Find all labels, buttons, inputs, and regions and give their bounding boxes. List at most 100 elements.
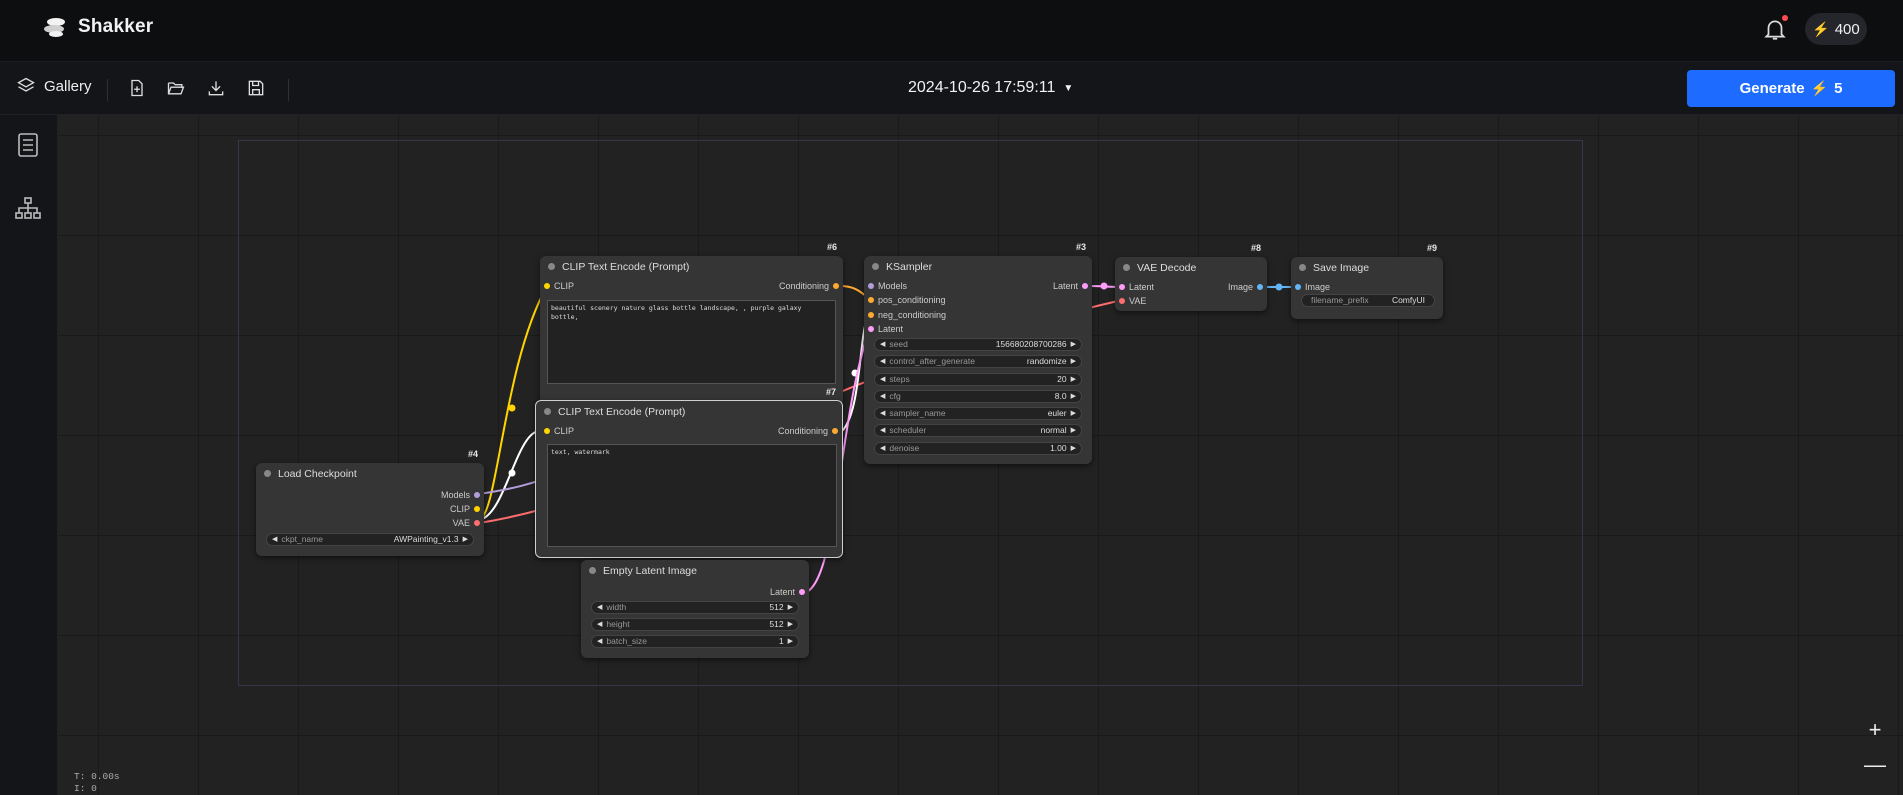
node-canvas[interactable]: #6 CLIP Text Encode (Prompt) CLIP Condit… xyxy=(58,115,1903,795)
hierarchy-icon xyxy=(15,197,41,219)
arrow-right-icon[interactable]: ▶ xyxy=(1071,391,1076,402)
toolbar: Gallery 2024-10-26 17:59:11 ▼ Generate ⚡… xyxy=(0,62,1903,115)
output-conditioning-label: Conditioning xyxy=(777,426,828,436)
arrow-right-icon[interactable]: ▶ xyxy=(1071,339,1076,350)
output-slot-dot[interactable] xyxy=(1082,283,1088,289)
widget-steps[interactable]: ◀ steps 20 ▶ xyxy=(874,373,1082,386)
output-slot-dot[interactable] xyxy=(474,492,480,498)
node-title[interactable]: VAE Decode xyxy=(1115,257,1267,279)
download-button[interactable] xyxy=(203,75,229,101)
arrow-right-icon[interactable]: ▶ xyxy=(788,619,793,630)
node-empty-latent-image[interactable]: Empty Latent Image Latent ◀ width 512 ▶ ◀ he… xyxy=(581,560,809,658)
node-title[interactable]: CLIP Text Encode (Prompt) xyxy=(536,401,842,423)
brand-logo[interactable]: Shakker xyxy=(42,16,153,38)
output-slot-dot[interactable] xyxy=(474,520,480,526)
input-slot-dot[interactable] xyxy=(544,283,550,289)
widget-ckpt-name[interactable]: ◀ ckpt_name AWPainting_v1.3 ▶ xyxy=(266,533,474,546)
gallery-button[interactable]: Gallery xyxy=(16,76,92,96)
node-title[interactable]: Load Checkpoint xyxy=(256,463,484,485)
widget-value: 1.00 xyxy=(1050,443,1067,453)
node-load-checkpoint[interactable]: #4 Load Checkpoint Models CLIP VAE ◀ ckp… xyxy=(256,449,484,556)
input-slot-dot[interactable] xyxy=(1119,298,1125,304)
input-slot-dot[interactable] xyxy=(1295,284,1301,290)
left-sidebar xyxy=(0,115,58,795)
output-conditioning-label: Conditioning xyxy=(778,281,829,291)
zoom-in-button[interactable]: + xyxy=(1862,717,1888,743)
node-clip-text-encode-positive[interactable]: #6 CLIP Text Encode (Prompt) CLIP Condit… xyxy=(540,242,843,406)
widget-value: AWPainting_v1.3 xyxy=(393,534,459,544)
arrow-right-icon[interactable]: ▶ xyxy=(788,636,793,647)
widget-cfg[interactable]: ◀ cfg 8.0 ▶ xyxy=(874,390,1082,403)
input-slot-dot[interactable] xyxy=(868,326,874,332)
widget-label: denoise xyxy=(889,443,920,453)
widget-sampler-name[interactable]: ◀ sampler_name euler ▶ xyxy=(874,407,1082,420)
output-latent-label: Latent xyxy=(1052,281,1078,291)
workflow-title-dropdown[interactable]: 2024-10-26 17:59:11 ▼ xyxy=(908,79,1073,97)
input-slot-dot[interactable] xyxy=(868,283,874,289)
nodes-panel-button[interactable] xyxy=(14,131,42,159)
node-title[interactable]: Empty Latent Image xyxy=(581,560,809,582)
arrow-right-icon[interactable]: ▶ xyxy=(463,534,468,545)
node-ksampler[interactable]: #3 KSampler Models Latent pos_conditioni… xyxy=(864,242,1092,464)
widget-value: normal xyxy=(1040,425,1067,435)
widget-filename-prefix[interactable]: filename_prefix ComfyUI xyxy=(1301,294,1435,307)
document-list-icon xyxy=(18,133,38,157)
layers-icon xyxy=(17,77,35,92)
widget-value: 8.0 xyxy=(1054,391,1067,401)
node-id: #7 xyxy=(825,387,836,397)
widget-denoise[interactable]: ◀ denoise 1.00 ▶ xyxy=(874,442,1082,455)
output-slot-dot[interactable] xyxy=(833,283,839,289)
output-slot-dot[interactable] xyxy=(474,506,480,512)
link-reroute-dot xyxy=(508,469,516,477)
node-vae-decode[interactable]: #8 VAE Decode Latent Image VAE xyxy=(1115,243,1267,311)
output-slot-dot[interactable] xyxy=(832,428,838,434)
generate-button[interactable]: Generate ⚡ 5 xyxy=(1687,70,1895,107)
output-slot-dot[interactable] xyxy=(1257,284,1263,290)
prompt-textarea[interactable]: beautiful scenery nature glass bottle la… xyxy=(547,300,836,384)
output-vae-label: VAE xyxy=(452,518,470,528)
node-id: #9 xyxy=(1426,243,1437,253)
arrow-right-icon[interactable]: ▶ xyxy=(1071,408,1076,419)
widget-seed[interactable]: ◀ seed 156680208700286 ▶ xyxy=(874,338,1082,351)
widget-value: randomize xyxy=(1026,356,1067,366)
node-id: #6 xyxy=(826,242,837,252)
node-clip-text-encode-negative[interactable]: #7 CLIP Text Encode (Prompt) CLIP Condit… xyxy=(535,387,843,558)
open-workflow-button[interactable] xyxy=(163,75,189,101)
input-slot-dot[interactable] xyxy=(544,428,550,434)
widget-label: steps xyxy=(889,374,910,384)
widget-value: 512 xyxy=(769,619,784,629)
node-save-image[interactable]: #9 Save Image Image filename_prefix Comf… xyxy=(1291,243,1443,319)
zoom-out-button[interactable]: — xyxy=(1862,752,1888,778)
input-slot-dot[interactable] xyxy=(1119,284,1125,290)
node-title[interactable]: Save Image xyxy=(1291,257,1443,279)
widget-height[interactable]: ◀ height 512 ▶ xyxy=(591,618,799,631)
widget-label: filename_prefix xyxy=(1311,295,1369,305)
output-image-label: Image xyxy=(1227,282,1253,292)
arrow-right-icon[interactable]: ▶ xyxy=(1071,374,1076,385)
arrow-right-icon[interactable]: ▶ xyxy=(788,602,793,613)
widget-width[interactable]: ◀ width 512 ▶ xyxy=(591,601,799,614)
widget-control-after-generate[interactable]: ◀ control_after_generate randomize ▶ xyxy=(874,355,1082,368)
lightning-icon: ⚡ xyxy=(1810,80,1829,96)
prompt-textarea[interactable]: text, watermark xyxy=(547,444,837,547)
widget-label: width xyxy=(606,602,627,612)
output-slot-dot[interactable] xyxy=(799,589,805,595)
widget-batch-size[interactable]: ◀ batch_size 1 ▶ xyxy=(591,635,799,648)
arrow-right-icon[interactable]: ▶ xyxy=(1071,356,1076,367)
node-title[interactable]: KSampler xyxy=(864,256,1092,278)
new-workflow-button[interactable] xyxy=(124,75,150,101)
widget-scheduler[interactable]: ◀ scheduler normal ▶ xyxy=(874,424,1082,437)
lightning-icon: ⚡ xyxy=(1812,20,1830,37)
input-slot-dot[interactable] xyxy=(868,297,874,303)
widget-value: ComfyUI xyxy=(1391,295,1425,305)
input-slot-dot[interactable] xyxy=(868,312,874,318)
credits-badge[interactable]: ⚡ 400 xyxy=(1805,13,1867,45)
input-latent-label: Latent xyxy=(878,324,904,334)
node-title[interactable]: CLIP Text Encode (Prompt) xyxy=(540,256,843,278)
workflow-tree-button[interactable] xyxy=(14,194,42,222)
save-button[interactable] xyxy=(243,75,269,101)
arrow-right-icon[interactable]: ▶ xyxy=(1071,443,1076,454)
arrow-right-icon[interactable]: ▶ xyxy=(1071,425,1076,436)
output-clip-label: CLIP xyxy=(449,504,470,514)
folder-open-icon xyxy=(167,82,185,95)
